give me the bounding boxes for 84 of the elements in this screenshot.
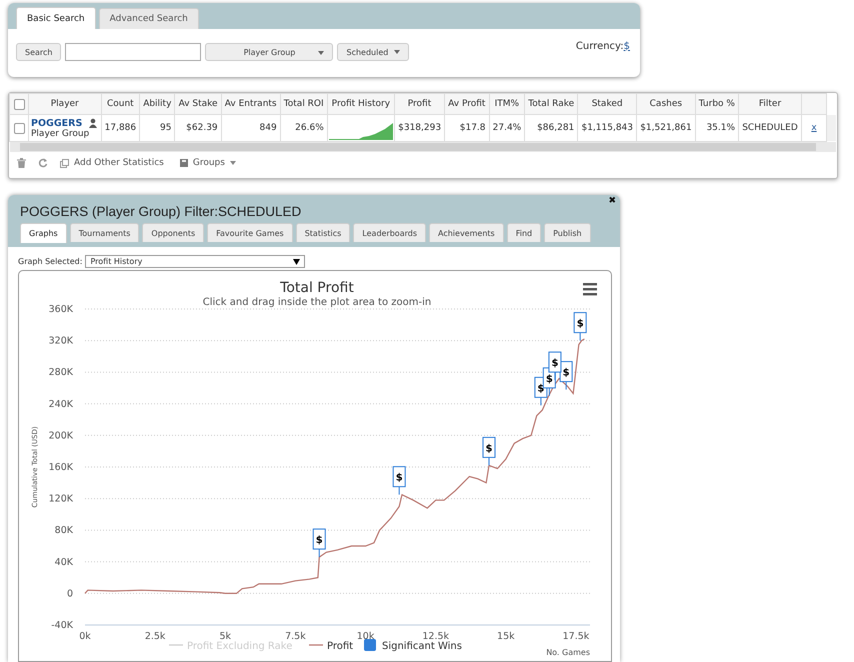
annotation: $ <box>576 318 584 330</box>
column-header[interactable]: Player <box>28 94 102 114</box>
column-header[interactable]: Total Rake <box>524 94 578 114</box>
panel-tab[interactable]: Statistics <box>296 223 350 242</box>
y-tick-label: 160K <box>48 462 73 473</box>
chart-title: Total Profit <box>280 280 354 296</box>
horizontal-scrollbar[interactable] <box>10 142 836 152</box>
y-tick-label: 0 <box>66 588 73 600</box>
panel-tab[interactable]: Publish <box>544 223 591 242</box>
graph-label: Graph Selected: <box>18 257 82 266</box>
checkbox[interactable] <box>14 122 24 134</box>
y-tick-label: 280K <box>48 367 73 378</box>
x-tick-label: 17.5k <box>562 631 590 642</box>
annotation: $ <box>486 443 493 454</box>
chart-subtitle: Click and drag inside the plot area to zoom-in <box>202 297 432 308</box>
vertical-scrollbar[interactable] <box>827 115 836 141</box>
checkbox[interactable] <box>14 98 24 110</box>
panel-tab[interactable]: Leaderboards <box>353 223 426 242</box>
column-header[interactable]: Total ROI <box>280 94 328 114</box>
panel-tab[interactable]: Favourite Games <box>207 223 293 242</box>
search-field[interactable] <box>65 43 202 61</box>
search-tab[interactable]: Basic Search <box>16 7 96 29</box>
column-header[interactable]: Ability <box>140 94 175 114</box>
groups-dropdown[interactable]: Groups <box>180 158 240 168</box>
column-header[interactable]: Turbo % <box>695 94 739 114</box>
x-tick-label: 15k <box>497 631 515 642</box>
column-header[interactable]: Av Entrants <box>221 94 280 114</box>
currency-label: Currency: <box>576 40 624 52</box>
annotation: $ <box>396 472 403 484</box>
x-tick-label: 12.5k <box>422 631 450 642</box>
annotation: $ <box>537 383 544 394</box>
remove-link[interactable]: x <box>811 123 817 133</box>
schedule-dropdown[interactable]: Scheduled <box>337 43 410 61</box>
group-dropdown[interactable]: Player Group <box>205 43 334 61</box>
y-tick-label: 80K <box>54 525 73 536</box>
y-tick-label: 240K <box>48 398 73 410</box>
graph-dropdown[interactable]: Profit History <box>85 255 306 268</box>
annotation: $ <box>562 368 570 379</box>
search-tab[interactable]: Advanced Search <box>98 8 199 29</box>
caret-icon <box>293 258 300 264</box>
refresh-icon[interactable] <box>38 158 48 168</box>
column-header[interactable]: Av Stake <box>174 94 222 114</box>
player-subtitle: Player Group <box>31 128 90 138</box>
x-tick-label: 5k <box>220 631 232 642</box>
annotation: $ <box>551 358 558 370</box>
column-header[interactable]: Profit <box>394 94 445 114</box>
legend-item[interactable]: Profit <box>309 641 354 652</box>
panel-tab[interactable]: Find <box>506 223 542 242</box>
sparkline <box>328 122 393 140</box>
panel-tab[interactable]: Graphs <box>20 223 67 243</box>
x-tick-label: 0k <box>79 631 91 642</box>
close-button[interactable]: ✖ <box>608 196 616 206</box>
trash-icon[interactable] <box>17 158 26 168</box>
annotation: $ <box>316 535 323 546</box>
user-icon <box>88 118 98 128</box>
copy-icon <box>60 158 69 168</box>
panel-tab[interactable]: Opponents <box>142 223 204 242</box>
panel-title: POGGERS (Player Group) Filter:SCHEDULED <box>20 204 302 219</box>
currency-link[interactable]: $ <box>624 40 630 52</box>
y-tick-label: 360K <box>48 304 73 315</box>
x-tick-label: 10k <box>356 631 374 642</box>
y-tick-label: -40K <box>51 620 73 631</box>
add-statistics-button[interactable]: Add Other Statistics <box>60 158 168 168</box>
y-tick-label: 320K <box>48 336 73 347</box>
search-button[interactable]: Search <box>16 43 62 61</box>
column-header[interactable]: Count <box>101 94 140 114</box>
player-link[interactable]: POGGERS <box>31 118 82 128</box>
column-header[interactable]: Profit History <box>327 94 394 114</box>
column-header[interactable]: Av Profit <box>444 94 490 114</box>
y-tick-label: 120K <box>48 494 73 505</box>
panel-tab[interactable]: Achievements <box>429 223 504 242</box>
panel-tab[interactable]: Tournaments <box>70 223 140 242</box>
legend-label: Profit <box>327 641 354 652</box>
legend-item[interactable]: Significant Wins <box>364 639 462 652</box>
x-tick-label: 2.5k <box>144 631 166 642</box>
column-header[interactable]: ITM% <box>489 94 525 114</box>
menu-icon[interactable] <box>583 283 597 296</box>
column-header[interactable]: Staked <box>578 94 636 114</box>
y-tick-label: 200K <box>48 430 73 442</box>
x-tick-label: 7.5k <box>285 631 306 642</box>
x-axis-title: No. Games <box>546 648 590 657</box>
column-header[interactable]: Filter <box>738 94 802 114</box>
column-header[interactable]: Cashes <box>636 94 696 114</box>
y-tick-label: 40K <box>54 556 73 568</box>
